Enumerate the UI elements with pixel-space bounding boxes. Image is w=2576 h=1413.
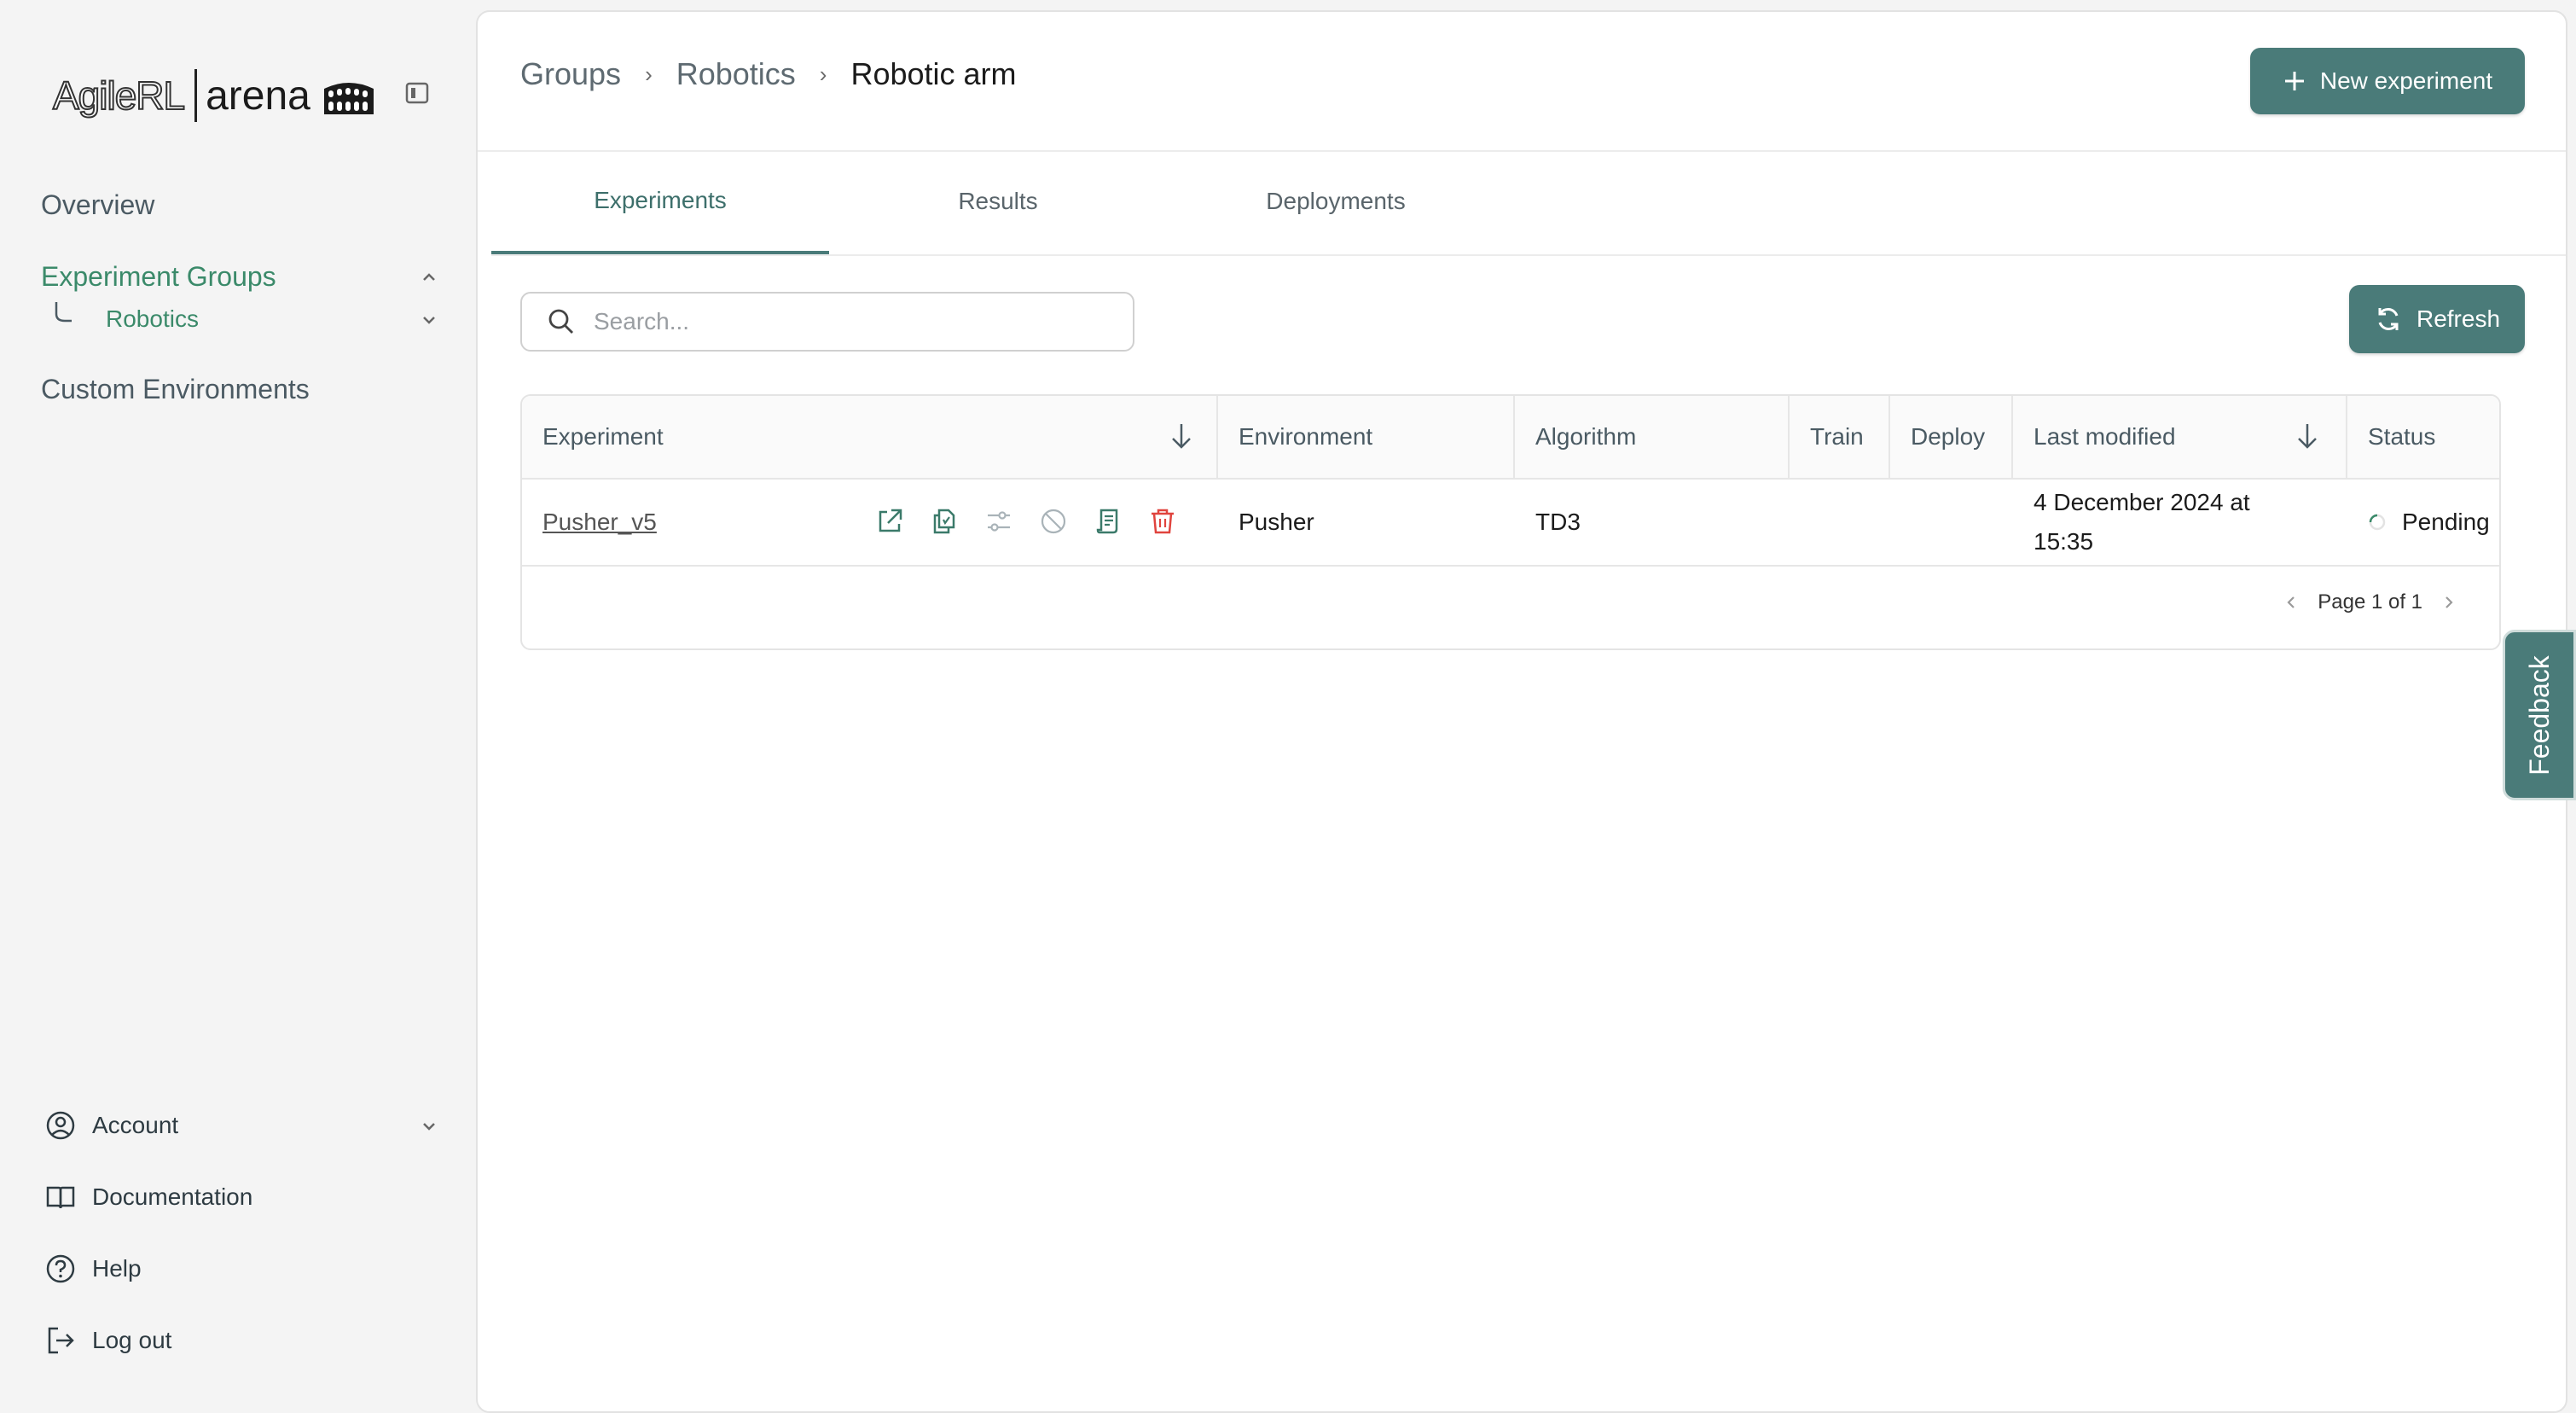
- column-header-train: Train: [1790, 396, 1890, 478]
- trash-icon: [1152, 509, 1174, 534]
- cell-experiment: Pusher_v5: [542, 480, 798, 565]
- cell-algorithm: TD3: [1535, 509, 1581, 535]
- chevron-up-icon[interactable]: [418, 266, 440, 288]
- refresh-icon: [2378, 308, 2399, 330]
- documentation-label: Documentation: [92, 1183, 253, 1210]
- page-header: Groups › Robotics › Robotic arm New expe…: [478, 12, 2566, 152]
- logo-divider: [194, 69, 198, 122]
- open-experiment-button[interactable]: [873, 505, 906, 538]
- feedback-label: Feedback: [2523, 654, 2555, 776]
- logo-arena-text: arena: [206, 73, 310, 119]
- last-modified-date: 4 December 2024 at: [2034, 489, 2250, 515]
- copy-experiment-button[interactable]: [928, 505, 960, 538]
- edit-settings-button[interactable]: [983, 505, 1015, 538]
- column-header-status: Status: [2347, 396, 2499, 478]
- help-icon: [46, 1254, 75, 1283]
- copy-icon: [933, 509, 955, 534]
- plus-icon: [2284, 72, 2304, 90]
- user-icon: [46, 1111, 75, 1140]
- help-label: Help: [92, 1255, 142, 1282]
- logout-label: Log out: [92, 1327, 172, 1353]
- status-badge: Pending: [2402, 509, 2490, 535]
- breadcrumb-robotics[interactable]: Robotics: [676, 56, 796, 92]
- column-header-algorithm: Algorithm: [1515, 396, 1790, 478]
- open-external-icon: [879, 509, 902, 532]
- new-experiment-button[interactable]: New experiment: [2250, 48, 2525, 114]
- cell-last-modified: 4 December 2024 at 15:35: [2034, 480, 2250, 565]
- column-label: Environment: [1239, 423, 1373, 450]
- last-modified-time: 15:35: [2034, 528, 2094, 555]
- sort-down-icon[interactable]: [2295, 422, 2320, 451]
- sidebar-toggle-icon[interactable]: [404, 80, 430, 106]
- column-label: Algorithm: [1535, 423, 1637, 450]
- column-label: Experiment: [542, 423, 664, 450]
- chevron-right-icon[interactable]: [2438, 591, 2460, 613]
- nav-experiment-groups[interactable]: Experiment Groups: [41, 261, 276, 293]
- table-header: Experiment Environment Algorithm Train D…: [522, 396, 2499, 480]
- spinner-icon: [2369, 514, 2386, 531]
- stop-icon: [1041, 509, 1066, 534]
- column-header-experiment: Experiment: [522, 396, 1218, 478]
- search-box: [520, 292, 1134, 352]
- stop-experiment-button[interactable]: [1037, 505, 1070, 538]
- breadcrumb-separator: ›: [819, 61, 827, 87]
- chevron-left-icon[interactable]: [2280, 591, 2302, 613]
- row-actions: [873, 505, 1201, 538]
- colosseum-icon: [323, 83, 374, 114]
- logs-icon: [1096, 509, 1118, 534]
- tab-results[interactable]: Results: [829, 150, 1167, 253]
- page-title: Robotic arm: [850, 56, 1017, 91]
- experiments-table: Experiment Environment Algorithm Train D…: [520, 394, 2501, 650]
- nav-group-robotics[interactable]: Robotics: [53, 302, 199, 333]
- tab-experiments[interactable]: Experiments: [491, 150, 829, 254]
- column-header-environment: Environment: [1218, 396, 1515, 478]
- logo[interactable]: AgileRL arena: [52, 68, 377, 123]
- column-label: Train: [1810, 423, 1864, 450]
- search-icon: [548, 309, 573, 334]
- logo-agile-text: AgileRL: [52, 73, 186, 119]
- sidebar: AgileRL arena Overview Experiment Groups…: [0, 0, 476, 1389]
- cell-status: Pending: [2368, 480, 2490, 565]
- chevron-down-icon[interactable]: [418, 309, 440, 331]
- delete-experiment-button[interactable]: [1146, 505, 1179, 538]
- help-link[interactable]: Help: [44, 1253, 142, 1285]
- breadcrumb-groups[interactable]: Groups: [520, 56, 621, 92]
- tab-bar: Experiments Results Deployments: [491, 150, 2566, 256]
- breadcrumb-separator: ›: [645, 61, 653, 87]
- view-logs-button[interactable]: [1092, 505, 1124, 538]
- column-label: Last modified: [2034, 423, 2176, 450]
- main-panel: Groups › Robotics › Robotic arm New expe…: [476, 10, 2567, 1413]
- pagination: Page 1 of 1: [2280, 590, 2460, 614]
- experiment-link[interactable]: Pusher_v5: [542, 509, 657, 536]
- cell-environment: Pusher: [1239, 509, 1314, 535]
- account-menu[interactable]: Account: [44, 1109, 178, 1142]
- table-row: Pusher_v5 Pusher TD3 4 December 2024 at …: [522, 480, 2499, 567]
- column-label: Status: [2368, 423, 2436, 450]
- column-label: Deploy: [1911, 423, 1986, 450]
- nav-overview[interactable]: Overview: [41, 189, 154, 221]
- documentation-link[interactable]: Documentation: [44, 1181, 252, 1213]
- book-icon: [46, 1186, 75, 1209]
- search-input[interactable]: [592, 307, 1107, 336]
- settings-icon: [988, 511, 1010, 532]
- page-indicator: Page 1 of 1: [2318, 590, 2422, 613]
- sort-down-icon[interactable]: [1169, 422, 1194, 451]
- nav-custom-environments[interactable]: Custom Environments: [41, 374, 310, 405]
- refresh-button[interactable]: Refresh: [2349, 285, 2525, 353]
- account-label: Account: [92, 1112, 179, 1138]
- tree-branch-icon: [55, 302, 72, 323]
- logout-button[interactable]: Log out: [44, 1324, 171, 1357]
- logout-icon: [48, 1327, 74, 1354]
- feedback-tab[interactable]: Feedback: [2503, 630, 2576, 800]
- new-experiment-label: New experiment: [2319, 67, 2493, 94]
- tab-deployments[interactable]: Deployments: [1167, 150, 1505, 253]
- nav-group-robotics-label: Robotics: [106, 305, 199, 332]
- breadcrumb: Groups › Robotics › Robotic arm: [520, 56, 1017, 92]
- column-header-deploy: Deploy: [1890, 396, 2013, 478]
- chevron-down-icon[interactable]: [418, 1115, 440, 1137]
- refresh-label: Refresh: [2416, 305, 2501, 332]
